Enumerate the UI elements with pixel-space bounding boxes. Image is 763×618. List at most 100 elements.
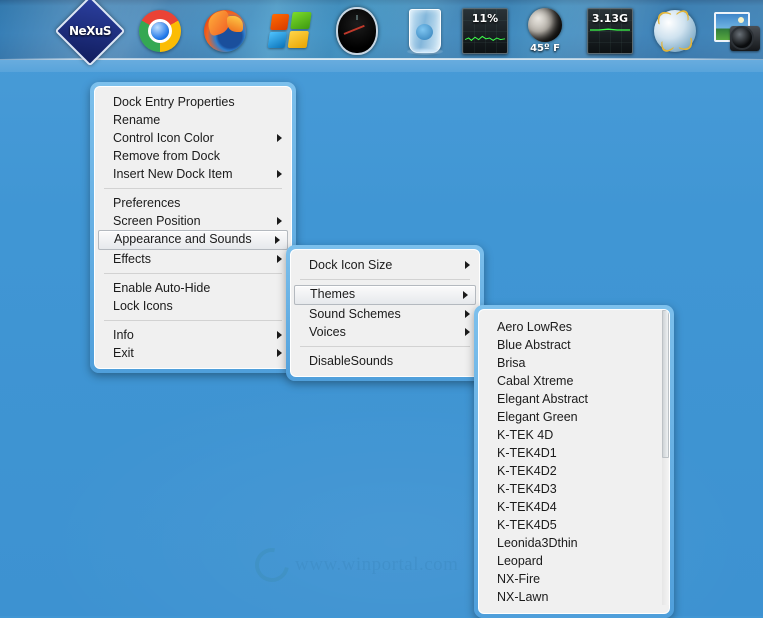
watermark-logo-icon <box>248 541 296 589</box>
menu-item-label: Control Icon Color <box>113 131 214 145</box>
theme-item-label: NX-Lawn <box>497 590 549 604</box>
menu-item-rename[interactable]: Rename <box>95 111 291 129</box>
camera-lens-icon <box>730 26 754 50</box>
menu-item-remove-from-dock[interactable]: Remove from Dock <box>95 147 291 165</box>
cpu-percent-label: 11% <box>471 12 499 25</box>
theme-item-label: K-TEK4D2 <box>497 464 557 478</box>
theme-item-brisa[interactable]: Brisa <box>479 354 669 372</box>
dock-context-menu[interactable]: Dock Entry Properties Rename Control Icon … <box>90 82 296 373</box>
appearance-and-sounds-submenu-body: Dock Icon Size Themes Sound Schemes Voices D… <box>290 249 480 377</box>
theme-item-k-tek4d4[interactable]: K-TEK4D4 <box>479 498 669 516</box>
theme-item-cabal-xtreme[interactable]: Cabal Xtreme <box>479 372 669 390</box>
moon-phase-icon <box>528 8 562 42</box>
theme-item-nx-lawn[interactable]: NX-Lawn <box>479 588 669 606</box>
theme-item-k-tek4d1[interactable]: K-TEK4D1 <box>479 444 669 462</box>
dock-item-recycle-bin[interactable] <box>398 6 452 56</box>
submenu-item-disablesounds[interactable]: DisableSounds <box>291 352 479 370</box>
theme-item-elegant-abstract[interactable]: Elegant Abstract <box>479 390 669 408</box>
theme-item-k-tek4d5[interactable]: K-TEK4D5 <box>479 516 669 534</box>
theme-item-label: K-TEK4D3 <box>497 482 557 496</box>
themes-scrollbar[interactable] <box>662 310 669 605</box>
theme-item-label: Brisa <box>497 356 526 370</box>
dock-item-windows-start[interactable] <box>263 6 317 56</box>
menu-item-label: Effects <box>113 252 151 266</box>
dock-bottom-edge <box>0 58 763 60</box>
submenu-arrow-icon <box>465 328 470 336</box>
dock-item-memory-meter[interactable]: 3.13G <box>583 6 637 56</box>
theme-item-k-tek4d3[interactable]: K-TEK4D3 <box>479 480 669 498</box>
theme-item-leopard[interactable]: Leopard <box>479 552 669 570</box>
menu-item-label: Insert New Dock Item <box>113 167 233 181</box>
theme-item-k-tek4d2[interactable]: K-TEK4D2 <box>479 462 669 480</box>
menu-item-label: Voices <box>309 325 346 339</box>
theme-item-elegant-green[interactable]: Elegant Green <box>479 408 669 426</box>
dock-item-system-gauge[interactable] <box>330 6 384 56</box>
theme-item-label: K-TEK4D1 <box>497 446 557 460</box>
menu-item-preferences[interactable]: Preferences <box>95 194 291 212</box>
dock-bar[interactable]: NeXuS 11% 45º F 3.13G <box>0 0 763 72</box>
theme-item-label: Elegant Green <box>497 410 578 424</box>
themes-list[interactable]: Aero LowRes Blue Abstract Brisa Cabal Xtrem… <box>479 318 669 606</box>
dock-item-weather-moon[interactable]: 45º F <box>518 6 572 56</box>
submenu-item-dock-icon-size[interactable]: Dock Icon Size <box>291 256 479 274</box>
dock-item-nexus-logo[interactable]: NeXuS <box>54 0 126 67</box>
theme-item-label: K-TEK4D4 <box>497 500 557 514</box>
submenu-arrow-icon <box>277 170 282 178</box>
theme-item-nx-fire[interactable]: NX-Fire <box>479 570 669 588</box>
submenu-arrow-icon <box>463 291 468 299</box>
memory-graph-line <box>590 26 630 34</box>
menu-item-lock-icons[interactable]: Lock Icons <box>95 297 291 315</box>
memory-graph-widget-icon: 3.13G <box>587 8 633 54</box>
menu-item-label: Exit <box>113 346 134 360</box>
menu-item-effects[interactable]: Effects <box>95 250 291 268</box>
theme-item-leonida3dthin[interactable]: Leonida3Dthin <box>479 534 669 552</box>
submenu-arrow-icon <box>277 349 282 357</box>
themes-submenu-body: Aero LowRes Blue Abstract Brisa Cabal Xtrem… <box>478 309 670 614</box>
dock-item-camera-photos[interactable] <box>710 6 763 56</box>
submenu-item-sound-schemes[interactable]: Sound Schemes <box>291 305 479 323</box>
theme-item-k-tek-4d[interactable]: K-TEK 4D <box>479 426 669 444</box>
theme-item-blue-abstract[interactable]: Blue Abstract <box>479 336 669 354</box>
theme-item-aero-lowres[interactable]: Aero LowRes <box>479 318 669 336</box>
memory-value-label: 3.13G <box>591 12 629 25</box>
theme-item-label: Elegant Abstract <box>497 392 589 406</box>
camera-photo-icon <box>714 11 760 51</box>
menu-item-label: Enable Auto-Hide <box>113 281 211 295</box>
menu-separator <box>104 188 282 189</box>
nexus-logo-label: NeXuS <box>68 23 112 38</box>
submenu-item-voices[interactable]: Voices <box>291 323 479 341</box>
menu-item-control-icon-color[interactable]: Control Icon Color <box>95 129 291 147</box>
theme-item-label: Cabal Xtreme <box>497 374 574 388</box>
themes-scrollbar-thumb[interactable] <box>662 310 669 458</box>
menu-item-dock-entry-properties[interactable]: Dock Entry Properties <box>95 93 291 111</box>
submenu-item-themes[interactable]: Themes <box>294 285 476 305</box>
menu-item-label: Rename <box>113 113 161 127</box>
dock-item-mozilla-firefox[interactable] <box>198 6 252 56</box>
menu-item-insert-new-dock-item[interactable]: Insert New Dock Item <box>95 165 291 183</box>
theme-item-label: Blue Abstract <box>497 338 571 352</box>
speedometer-icon <box>336 7 378 55</box>
theme-item-label: Leopard <box>497 554 543 568</box>
menu-item-exit[interactable]: Exit <box>95 344 291 362</box>
menu-separator <box>300 346 470 347</box>
menu-item-screen-position[interactable]: Screen Position <box>95 212 291 230</box>
dock-item-google-chrome[interactable] <box>133 6 187 56</box>
menu-item-label: Screen Position <box>113 214 201 228</box>
cpu-graph-widget-icon: 11% <box>462 8 508 54</box>
dock-item-cpu-meter[interactable]: 11% <box>458 6 512 56</box>
submenu-arrow-icon <box>465 310 470 318</box>
firefox-icon <box>204 10 246 52</box>
submenu-arrow-icon <box>277 134 282 142</box>
appearance-and-sounds-submenu[interactable]: Dock Icon Size Themes Sound Schemes Voices D… <box>286 245 484 381</box>
menu-item-appearance-and-sounds[interactable]: Appearance and Sounds <box>98 230 288 250</box>
theme-item-label: K-TEK4D5 <box>497 518 557 532</box>
menu-separator <box>300 279 470 280</box>
menu-item-enable-auto-hide[interactable]: Enable Auto-Hide <box>95 279 291 297</box>
chrome-icon <box>139 10 181 52</box>
dock-item-network-globe[interactable] <box>648 6 702 56</box>
menu-item-label: Preferences <box>113 196 181 210</box>
themes-submenu[interactable]: Aero LowRes Blue Abstract Brisa Cabal Xtrem… <box>474 305 674 618</box>
menu-item-info[interactable]: Info <box>95 326 291 344</box>
submenu-arrow-icon <box>465 261 470 269</box>
menu-item-label: Themes <box>310 287 356 301</box>
